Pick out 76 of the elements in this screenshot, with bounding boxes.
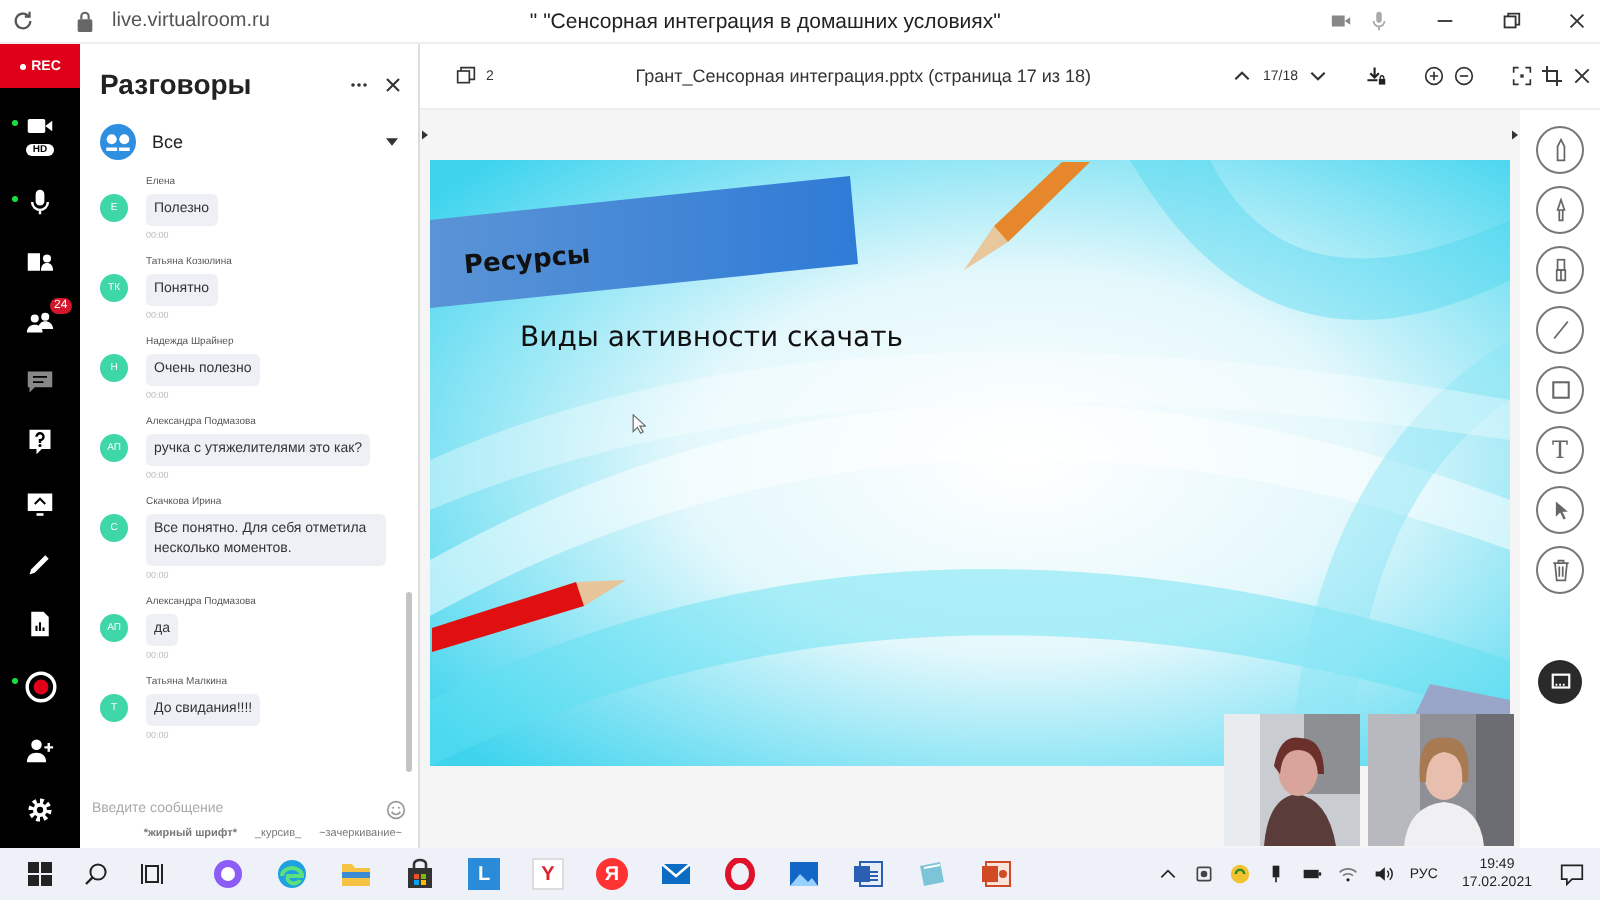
url-text[interactable]: live.virtualroom.ru (112, 10, 270, 32)
app-logo[interactable]: Я (596, 858, 628, 890)
lock-icon (74, 10, 96, 32)
scrollbar[interactable] (406, 592, 412, 772)
record-icon[interactable] (23, 669, 57, 704)
task-view-icon[interactable] (140, 862, 164, 886)
emoji-icon[interactable] (386, 799, 406, 819)
line-icon (1549, 318, 1571, 342)
settings-icon[interactable] (26, 795, 54, 824)
question-icon[interactable] (26, 428, 54, 457)
fit-icon[interactable] (1512, 66, 1532, 86)
expand-arrow-icon[interactable] (1512, 130, 1518, 140)
close-icon[interactable] (1566, 10, 1588, 32)
pencil-tool[interactable] (1536, 126, 1584, 174)
close-icon[interactable] (1572, 66, 1592, 86)
notifications-icon[interactable] (1560, 862, 1584, 886)
sync-icon[interactable] (1229, 864, 1250, 884)
search-icon[interactable] (84, 862, 108, 886)
presentation-button[interactable] (1538, 660, 1582, 704)
slide-heading: Ресурсы (462, 240, 592, 282)
app-logo[interactable]: L (468, 858, 500, 890)
marker-tool[interactable] (1536, 246, 1584, 294)
file-name: Грант_Сенсорная интеграция.pptx (страница 17 из 18) (633, 66, 1094, 86)
speaker-icon[interactable] (1373, 864, 1394, 884)
group-avatar-icon (100, 124, 136, 160)
trash-icon (1549, 558, 1571, 582)
rectangle-tool[interactable] (1536, 366, 1584, 414)
shopping-bag-icon[interactable] (404, 858, 436, 890)
chat-icon[interactable] (26, 368, 54, 397)
maximize-icon[interactable] (1500, 10, 1522, 32)
word-icon[interactable] (852, 858, 884, 890)
zoom-out-icon[interactable] (1454, 66, 1474, 86)
wifi-icon[interactable] (1337, 864, 1358, 884)
layout-icon[interactable] (26, 248, 54, 277)
battery-icon[interactable] (1301, 864, 1322, 884)
microphone-icon[interactable] (26, 188, 54, 217)
microphone-icon (1368, 10, 1390, 32)
pages-icon[interactable] (456, 66, 476, 86)
caret-icon (386, 138, 398, 146)
slide-text: Виды активности скачать (520, 322, 904, 354)
folder-icon[interactable] (340, 858, 372, 890)
trash-tool[interactable] (1536, 546, 1584, 594)
audience-select[interactable]: Все (80, 116, 418, 168)
document-icon[interactable] (26, 609, 54, 638)
camera-icon (1330, 10, 1352, 32)
mail-icon[interactable] (660, 858, 692, 890)
line-tool[interactable] (1536, 306, 1584, 354)
pencil-drawing (964, 162, 1090, 270)
pointer-tool[interactable] (1536, 486, 1584, 534)
add-user-icon[interactable] (26, 735, 54, 764)
crop-icon[interactable] (1542, 66, 1562, 86)
cursor-icon (632, 414, 646, 434)
reload-icon[interactable] (12, 10, 34, 32)
screen-icon (1549, 670, 1571, 694)
square-icon (1549, 378, 1571, 402)
pencil-icon[interactable] (26, 549, 54, 578)
zoom-in-icon[interactable] (1424, 66, 1444, 86)
windows-icon[interactable] (28, 862, 52, 886)
chevron-up-icon[interactable] (1232, 66, 1253, 86)
screen-share-icon[interactable] (26, 489, 54, 517)
panel-title: Разговоры (100, 68, 252, 100)
ring-icon[interactable] (212, 858, 244, 890)
brush-tool[interactable] (1536, 186, 1584, 234)
download-lock-icon[interactable] (1366, 66, 1386, 86)
photos-icon[interactable] (788, 858, 820, 890)
participants-icon[interactable] (26, 308, 54, 337)
page-title: " "Сенсорная интеграция в домашних условиях" (529, 9, 1001, 33)
edge-icon[interactable] (276, 858, 308, 890)
app-logo[interactable]: Y (532, 858, 564, 890)
powerpoint-icon[interactable] (980, 858, 1012, 890)
close-icon[interactable] (384, 75, 402, 93)
chevron-down-icon[interactable] (1308, 66, 1328, 86)
text-tool[interactable]: T (1536, 426, 1584, 474)
expand-arrow-icon[interactable] (422, 130, 428, 140)
meeting-icon[interactable] (1193, 864, 1214, 884)
opera-icon[interactable] (724, 858, 756, 890)
